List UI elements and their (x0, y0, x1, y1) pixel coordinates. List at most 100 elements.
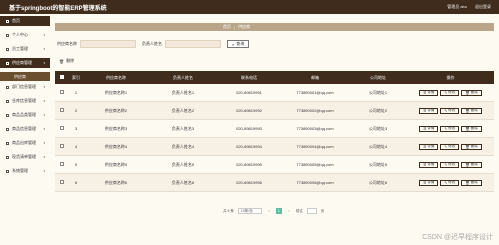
sidebar-item[interactable]: 个人中心 ▾ (0, 30, 50, 40)
sidebar-item[interactable]: 现货清单管理 ▾ (0, 152, 50, 162)
action-icon: 🗑 (465, 108, 470, 113)
delete-button[interactable]: 🗑 删除 (461, 107, 482, 114)
table-body: 1 供应商名称1 负责人姓名1 020-89819991 773890001@qq.co… (55, 84, 494, 192)
sidebar-item[interactable]: 首页 (0, 16, 50, 26)
row-checkbox[interactable] (60, 162, 64, 166)
batch-delete-button[interactable]: 🗑 删除 (59, 58, 74, 64)
page-size-select[interactable]: 10条/页 (237, 208, 262, 214)
cell-contact-name: 负责人姓名2 (171, 107, 195, 113)
sidebar-item-label: 系统管理 (12, 168, 28, 173)
header-index: 索引 (72, 74, 80, 80)
sidebar-item[interactable]: 商品信息管理 ▾ (0, 124, 50, 134)
sidebar-item[interactable]: 商品品类管理 ▾ (0, 110, 50, 120)
menu-icon (6, 141, 9, 145)
action-label: 详情 (427, 144, 435, 148)
next-page-button[interactable]: › (286, 208, 292, 214)
delete-button[interactable]: 🗑 删除 (461, 89, 482, 96)
cell-contact-name: 负责人姓名5 (171, 161, 195, 167)
supplier-name-label: 供应商名称 (57, 41, 77, 46)
edit-button[interactable]: ✎ 修改 (440, 143, 460, 150)
detail-button[interactable]: ☰ 详情 (419, 161, 439, 168)
action-icon: ☰ (423, 108, 427, 113)
cell-phone: 020-89819993 (236, 126, 262, 131)
sidebar-item-label: 个人中心 (12, 32, 28, 37)
action-icon: 🗑 (465, 90, 470, 95)
goto-page-input[interactable] (306, 208, 317, 214)
user-label: 管理员 abo (447, 4, 467, 9)
header-address: 公司地址 (370, 74, 386, 80)
edit-button[interactable]: ✎ 修改 (440, 107, 460, 114)
detail-button[interactable]: ☰ 详情 (419, 89, 439, 96)
detail-button[interactable]: ☰ 详情 (419, 143, 439, 150)
sidebar-item[interactable]: 仓库信息管理 ▾ (0, 96, 50, 106)
delete-button[interactable]: 🗑 删除 (461, 143, 482, 150)
sidebar-item-label: 仓库信息管理 (12, 98, 36, 103)
detail-button[interactable]: ☰ 详情 (419, 179, 439, 186)
row-checkbox[interactable] (60, 90, 64, 94)
watermark: CSDN @迟早程序设计 (422, 234, 493, 241)
page-number-button[interactable]: 1 (275, 208, 282, 214)
cell-supplier-name: 供应商名称1 (104, 89, 128, 95)
cell-index: 6 (74, 180, 78, 185)
header-email: 邮箱 (311, 74, 319, 80)
delete-button[interactable]: 🗑 删除 (461, 125, 482, 132)
breadcrumb-current: 供应商 (238, 24, 251, 29)
goto-unit: 页 (320, 208, 325, 213)
edit-button[interactable]: ✎ 修改 (440, 161, 460, 168)
search-button[interactable]: ⌕ 查询 (227, 40, 250, 48)
cell-index: 2 (74, 108, 78, 113)
row-checkbox[interactable] (60, 126, 64, 130)
edit-button[interactable]: ✎ 修改 (440, 179, 460, 186)
sidebar-item-label: 商品信息管理 (12, 126, 36, 131)
action-label: 详情 (427, 90, 435, 94)
select-all-checkbox[interactable] (60, 75, 64, 79)
chevron-down-icon: ▾ (43, 47, 45, 51)
edit-button[interactable]: ✎ 修改 (440, 89, 460, 96)
cell-supplier-name: 供应商名称3 (104, 125, 128, 131)
sidebar-item-label: 供应商 (14, 73, 26, 79)
action-icon: 🗑 (465, 180, 470, 185)
total-count: 共 6 条 (223, 208, 234, 213)
search-icon: ⌕ (232, 41, 235, 47)
edit-button[interactable]: ✎ 修改 (440, 125, 460, 132)
row-checkbox[interactable] (60, 180, 64, 184)
cell-address: 公司地址3 (368, 125, 388, 131)
chevron-down-icon: ▾ (43, 33, 45, 37)
action-label: 删除 (470, 162, 478, 166)
sidebar-item[interactable]: 员工管理 ▾ (0, 44, 50, 54)
sidebar-item[interactable]: 供应商 (0, 72, 50, 81)
chevron-down-icon: ▾ (43, 155, 45, 159)
row-checkbox[interactable] (60, 108, 64, 112)
sidebar-item[interactable]: 商品出库管理 ▾ (0, 138, 50, 148)
cell-phone: 020-89819991 (236, 90, 262, 95)
detail-button[interactable]: ☰ 详情 (419, 125, 439, 132)
chevron-down-icon: ▾ (43, 85, 45, 89)
supplier-name-input[interactable] (80, 40, 136, 48)
sidebar-item[interactable]: 部门信息管理 ▾ (0, 82, 50, 92)
goto-label: 前往 (295, 208, 303, 213)
breadcrumb-home[interactable]: 首页 (223, 24, 231, 30)
menu-icon (6, 169, 9, 173)
sidebar-item[interactable]: 系统管理 ▾ (0, 166, 50, 176)
delete-button[interactable]: 🗑 删除 (461, 161, 482, 168)
prev-page-button[interactable]: ‹ (266, 208, 272, 214)
cell-index: 5 (74, 162, 78, 167)
cell-address: 公司地址5 (368, 161, 388, 167)
action-icon: 🗑 (465, 126, 470, 131)
chevron-down-icon: ▾ (43, 169, 45, 173)
cell-contact-name: 负责人姓名4 (171, 143, 195, 149)
table-header: 索引 供应商名称 负责人姓名 联系电话 邮箱 公司地址 操作 (55, 71, 494, 84)
cell-contact-name: 负责人姓名1 (171, 89, 195, 95)
action-icon: ☰ (423, 180, 427, 185)
action-icon: ☰ (423, 126, 427, 131)
cell-email: 773890006@qq.com (296, 180, 334, 185)
logout-link[interactable]: 退出登录 (475, 4, 491, 10)
row-checkbox[interactable] (60, 144, 64, 148)
contact-name-input[interactable] (165, 40, 221, 48)
detail-button[interactable]: ☰ 详情 (419, 107, 439, 114)
supplier-table: 索引 供应商名称 负责人姓名 联系电话 邮箱 公司地址 操作 1 供应商名称1 负责… (55, 71, 494, 192)
action-label: 修改 (448, 180, 456, 184)
delete-button[interactable]: 🗑 删除 (461, 179, 482, 186)
sidebar-item[interactable]: 供应商管理 ▾ (0, 58, 50, 68)
action-label: 修改 (448, 90, 456, 94)
